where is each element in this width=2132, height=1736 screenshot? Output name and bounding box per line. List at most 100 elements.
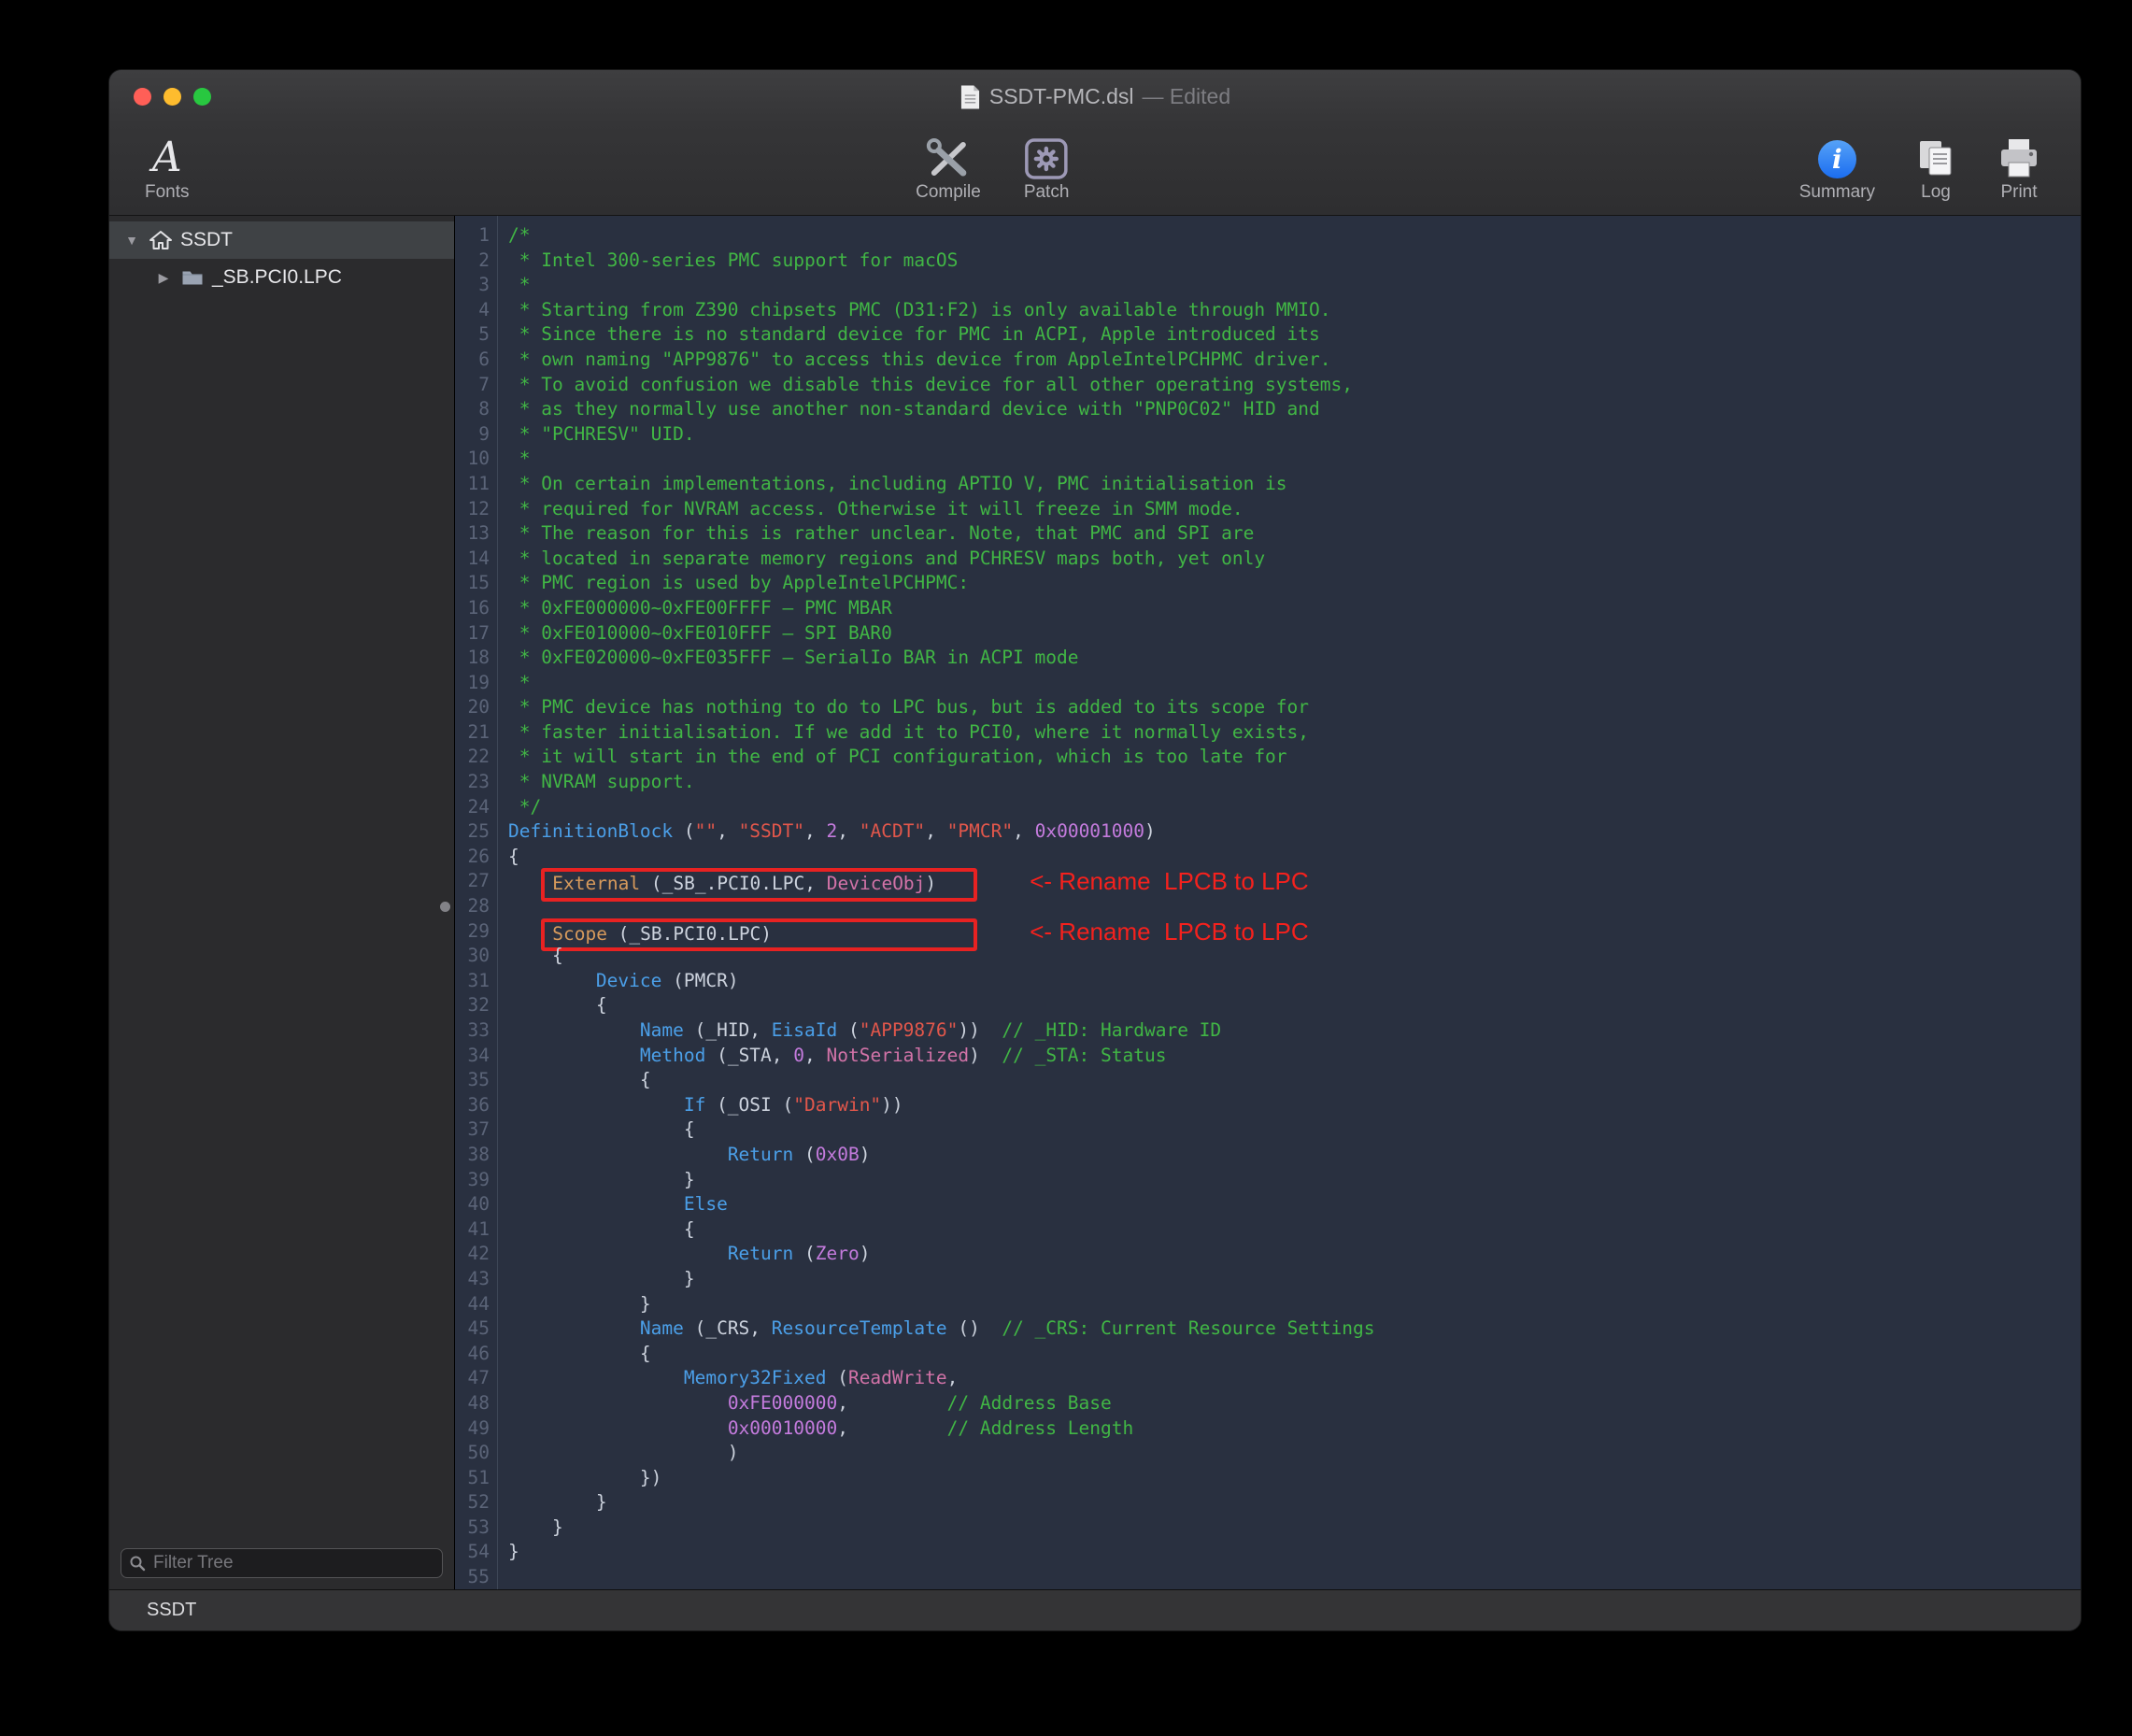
code-line: Device (PMCR) — [508, 969, 2081, 994]
line-number: 5 — [455, 322, 490, 348]
line-number: 30 — [455, 944, 490, 969]
line-number: 27 — [455, 869, 490, 894]
code-line: * PMC region is used by AppleIntelPCHPMC… — [508, 571, 2081, 596]
line-number: 36 — [455, 1093, 490, 1118]
code-editor[interactable]: 1234567891011121314151617181920212223242… — [455, 216, 2081, 1589]
line-number: 13 — [455, 521, 490, 547]
line-number: 6 — [455, 348, 490, 373]
code-line — [508, 1565, 2081, 1589]
line-number: 10 — [455, 447, 490, 472]
line-number: 50 — [455, 1441, 490, 1466]
code-line: * — [508, 671, 2081, 696]
title-bar[interactable]: SSDT-PMC.dsl — Edited — [109, 70, 2081, 123]
disclosure-collapsed-icon[interactable]: ▶ — [154, 270, 173, 286]
line-number: 40 — [455, 1192, 490, 1217]
status-bar: SSDT — [109, 1589, 2081, 1630]
line-number: 7 — [455, 373, 490, 398]
line-number: 28 — [455, 894, 490, 919]
line-number: 12 — [455, 497, 490, 522]
summary-button[interactable]: i Summary — [1799, 134, 1875, 205]
code-line: */ — [508, 795, 2081, 820]
code-line: * required for NVRAM access. Otherwise i… — [508, 497, 2081, 522]
line-number: 18 — [455, 646, 490, 671]
toolbar: A Fonts Compile — [109, 123, 2081, 216]
line-number: 9 — [455, 422, 490, 448]
line-number: 47 — [455, 1366, 490, 1391]
code-line: * 0xFE010000~0xFE010FFF — SPI BAR0 — [508, 621, 2081, 647]
code-line: * 0xFE000000~0xFE00FFFF — PMC MBAR — [508, 596, 2081, 621]
code-area[interactable]: /* * Intel 300-series PMC support for ma… — [498, 216, 2081, 1589]
code-line: 0xFE000000, // Address Base — [508, 1391, 2081, 1416]
code-line: * On certain implementations, including … — [508, 472, 2081, 497]
code-line: } — [508, 1168, 2081, 1193]
code-line: }) — [508, 1466, 2081, 1491]
sidebar-item-_SB.PCI0.LPC[interactable]: ▶ _SB.PCI0.LPC — [109, 259, 454, 296]
line-number: 25 — [455, 819, 490, 845]
title-edited-suffix: — Edited — [1143, 84, 1231, 109]
line-number: 17 — [455, 621, 490, 647]
sidebar-item-SSDT[interactable]: ▼SSDT — [109, 221, 454, 259]
code-line: } — [508, 1540, 2081, 1565]
line-number: 49 — [455, 1416, 490, 1442]
code-line: Return (0x0B) — [508, 1143, 2081, 1168]
code-line: } — [508, 1515, 2081, 1541]
rename-annotation: <- Rename LPCB to LPC — [1030, 867, 1308, 895]
line-number: 26 — [455, 845, 490, 870]
line-number: 38 — [455, 1143, 490, 1168]
code-line: * — [508, 273, 2081, 298]
print-label: Print — [2000, 183, 2037, 205]
printer-icon — [1997, 134, 2041, 180]
title-filename: SSDT-PMC.dsl — [989, 84, 1134, 109]
code-line: * NVRAM support. — [508, 770, 2081, 795]
compile-button[interactable]: Compile — [916, 134, 981, 205]
code-line: * PMC device has nothing to do to LPC bu… — [508, 695, 2081, 720]
print-button[interactable]: Print — [1997, 134, 2041, 205]
line-number: 37 — [455, 1117, 490, 1143]
filter-tree-input[interactable] — [121, 1548, 443, 1578]
code-line: ) — [508, 1441, 2081, 1466]
patch-button[interactable]: Patch — [1024, 134, 1070, 205]
line-number: 29 — [455, 919, 490, 945]
close-button[interactable] — [134, 88, 151, 106]
fonts-button[interactable]: A Fonts — [145, 134, 190, 205]
line-number: 15 — [455, 571, 490, 596]
red-highlight-box: Scope (_SB.PCI0.LPC) — [541, 918, 977, 952]
line-number: 55 — [455, 1565, 490, 1589]
zoom-button[interactable] — [193, 88, 211, 106]
code-line: Scope (_SB.PCI0.LPC)<- Rename LPCB to LP… — [508, 919, 2081, 945]
log-button[interactable]: Log — [1914, 134, 1957, 205]
folder-icon — [181, 269, 204, 287]
sidebar-item-label: _SB.PCI0.LPC — [212, 266, 342, 289]
minimize-button[interactable] — [163, 88, 181, 106]
code-line: External (_SB_.PCI0.LPC, DeviceObj)<- Re… — [508, 869, 2081, 894]
code-line: { — [508, 1117, 2081, 1143]
line-number: 20 — [455, 695, 490, 720]
info-icon: i — [1818, 140, 1856, 178]
line-number: 2 — [455, 249, 490, 274]
code-line: DefinitionBlock ("", "SSDT", 2, "ACDT", … — [508, 819, 2081, 845]
disclosure-expanded-icon[interactable]: ▼ — [122, 233, 141, 248]
code-line: * The reason for this is rather unclear.… — [508, 521, 2081, 547]
line-number: 35 — [455, 1068, 490, 1093]
home-icon — [149, 230, 172, 250]
code-line: 0x00010000, // Address Length — [508, 1416, 2081, 1442]
code-line: * it will start in the end of PCI config… — [508, 745, 2081, 770]
compile-label: Compile — [916, 183, 981, 205]
line-number: 42 — [455, 1242, 490, 1267]
line-number: 52 — [455, 1490, 490, 1515]
sidebar-tree: ▼SSDT ▶ _SB.PCI0.LPC — [109, 216, 454, 296]
line-number: 23 — [455, 770, 490, 795]
log-pages-icon — [1914, 134, 1957, 180]
compile-tools-icon — [924, 134, 973, 180]
line-number: 45 — [455, 1316, 490, 1342]
main-content: ▼SSDT▶_SB.PCI0.LPC 123456789101112131415… — [109, 216, 2081, 1589]
line-number: 14 — [455, 547, 490, 572]
code-line: { — [508, 1342, 2081, 1367]
line-number: 16 — [455, 596, 490, 621]
code-line: * — [508, 447, 2081, 472]
code-line: } — [508, 1267, 2081, 1292]
sidebar: ▼SSDT ▶ _SB.PCI0.LPC — [109, 216, 455, 1589]
line-number: 19 — [455, 671, 490, 696]
code-line: Else — [508, 1192, 2081, 1217]
patch-gear-icon — [1024, 134, 1069, 180]
